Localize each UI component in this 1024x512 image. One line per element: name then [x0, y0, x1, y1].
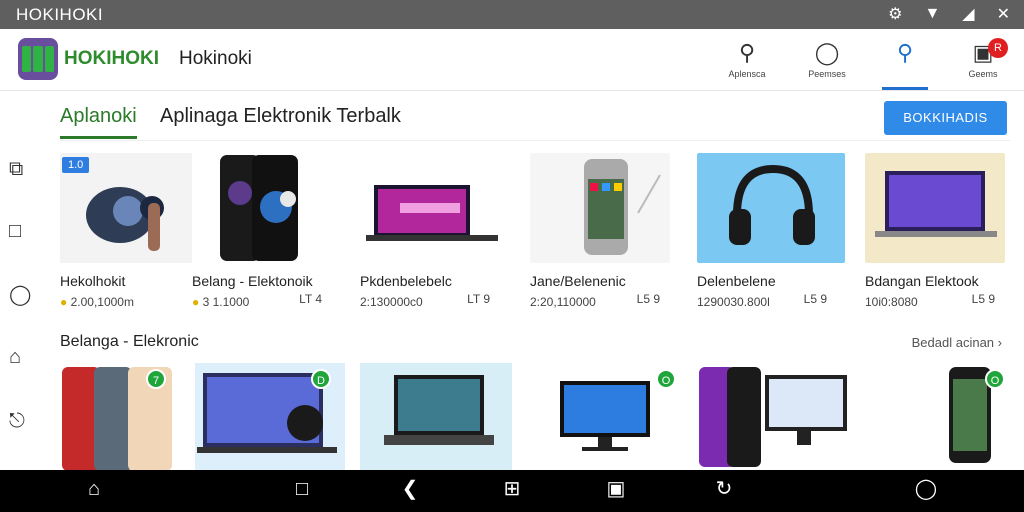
product-rating: LT 9 [467, 292, 490, 306]
chat-icon: ◯ [914, 478, 938, 500]
product-name: Bdangan Elektook [865, 273, 979, 289]
tablet-icon: ▣ [606, 478, 626, 500]
header-active-search-button[interactable]: ⚲ [870, 41, 940, 65]
product-price-value: 3 1.1000 [202, 295, 250, 309]
product-row: 1.0 Hekolhokit ● 2.00,1000m Belang - Ele… [0, 153, 1024, 313]
product-card[interactable]: Delenbelene 1290030.800l L5 9 [697, 153, 845, 309]
close-icon[interactable]: ✕ [997, 4, 1010, 24]
tab-active[interactable]: Aplanoki [60, 105, 137, 139]
home-icon: ⌂ [87, 478, 101, 500]
nav-tablet-button[interactable]: ▣ [586, 478, 646, 500]
product-price: ● 2.00,1000m [60, 295, 200, 309]
header-search-button[interactable]: ⚲ Aplensca [712, 40, 782, 80]
product-thumb[interactable] [697, 363, 852, 471]
nav-recent-button[interactable]: □ [272, 478, 332, 500]
product-thumb[interactable]: D [195, 363, 345, 471]
product-card[interactable]: Belang - Elektonoik ● 3 1.1000 LT 4 [192, 153, 332, 309]
status-bar: HOKIHOKI ⚙ ▼ ◢ ✕ [0, 0, 1024, 29]
badge-dot: O [985, 369, 1005, 389]
product-thumb[interactable] [360, 363, 512, 471]
signal-icon: ◢ [962, 6, 975, 23]
header-user-button[interactable]: ◯ Peemses [792, 40, 862, 80]
section-title: Aplinaga Elektronik Terbalk [160, 105, 401, 127]
active-indicator [882, 87, 928, 90]
product-thumb[interactable]: 7 [60, 363, 180, 471]
chevron-right-icon: › [997, 335, 1002, 350]
product-name: Jane/Belenenic [530, 273, 626, 289]
user-icon: ◯ [814, 40, 840, 65]
nav-home-button[interactable]: ⌂ [64, 478, 124, 500]
product-rating: L5 9 [971, 292, 995, 306]
see-more-link[interactable]: Bedadl acinan › [912, 335, 1002, 350]
nav-refresh-button[interactable]: ↻ [694, 478, 754, 500]
product-name: Pkdenbelebelc [360, 273, 452, 289]
app-name: Hokinoki [179, 48, 252, 69]
product-row-2: 7 D O O [0, 363, 1024, 471]
brand-name: HOKIHOKI [64, 48, 159, 69]
product-name: Hekolhokit [60, 273, 126, 289]
product-image-smartphone [530, 153, 670, 263]
header-cart-label: Geems [968, 69, 998, 79]
badge-dot: O [656, 369, 676, 389]
search-active-icon: ⚲ [896, 40, 914, 65]
search-icon: ⚲ [738, 40, 756, 65]
see-more-label: Bedadl acinan [911, 335, 995, 350]
app-logo [18, 38, 58, 80]
header-user-label: Peemses [808, 69, 846, 79]
coin-icon: ● [192, 295, 200, 309]
product-image-headset [697, 153, 845, 263]
product-tag: 1.0 [62, 157, 90, 173]
back-icon: ❮ [401, 478, 419, 500]
settings-status-icon: ⚙ [888, 6, 903, 23]
product-image-laptop-purple [865, 153, 1005, 263]
coin-icon: ● [60, 295, 68, 309]
product-thumb[interactable]: O [530, 363, 680, 471]
refresh-icon: ↻ [715, 478, 733, 500]
wifi-icon: ▼ [924, 5, 941, 22]
section2-title: Belanga - Elekronic [60, 333, 199, 350]
product-rating: L5 9 [636, 292, 660, 306]
tab-bar: Aplanoki Aplinaga Elektronik Terbalk [60, 105, 1010, 141]
product-thumb[interactable]: O [865, 363, 1005, 471]
product-name: Delenbelene [697, 273, 776, 289]
windows-icon: ⊞ [503, 478, 521, 500]
product-image-laptop [360, 153, 500, 263]
cart-badge: R [988, 38, 1008, 58]
bottom-nav-bar: ⌂ □ ❮ ⊞ ▣ ↻ ◯ [0, 470, 1024, 512]
header-search-label: Aplensca [728, 69, 766, 79]
product-card[interactable]: Pkdenbelebelc 2:130000c0 LT 9 [360, 153, 500, 309]
app-header: HOKIHOKI Hokinoki ⚲ Aplensca ◯ Peemses ⚲… [0, 29, 1024, 91]
product-rating: LT 4 [299, 292, 322, 306]
product-price-value: 2.00,1000m [70, 295, 134, 309]
nav-windows-button[interactable]: ⊞ [482, 478, 542, 500]
badge-dot: D [311, 369, 331, 389]
action-button[interactable]: BOKKIHADIS [884, 101, 1007, 135]
nav-chat-button[interactable]: ◯ [896, 478, 956, 500]
product-name: Belang - Elektonoik [192, 273, 313, 289]
status-title: HOKIHOKI [16, 4, 104, 24]
product-rating: L5 9 [803, 292, 827, 306]
product-card[interactable]: 1.0 Hekolhokit ● 2.00,1000m [60, 153, 200, 309]
product-card[interactable]: Bdangan Elektook 10i0:8080 L5 9 [865, 153, 1005, 309]
badge-dot: 7 [146, 369, 166, 389]
nav-back-button[interactable]: ❮ [380, 478, 440, 500]
square-nav-icon: □ [295, 478, 309, 500]
product-image-headphones: 1.0 [60, 153, 200, 263]
product-image-phones [192, 153, 332, 263]
product-card[interactable]: Jane/Belenenic 2:20,110000 L5 9 [530, 153, 670, 309]
